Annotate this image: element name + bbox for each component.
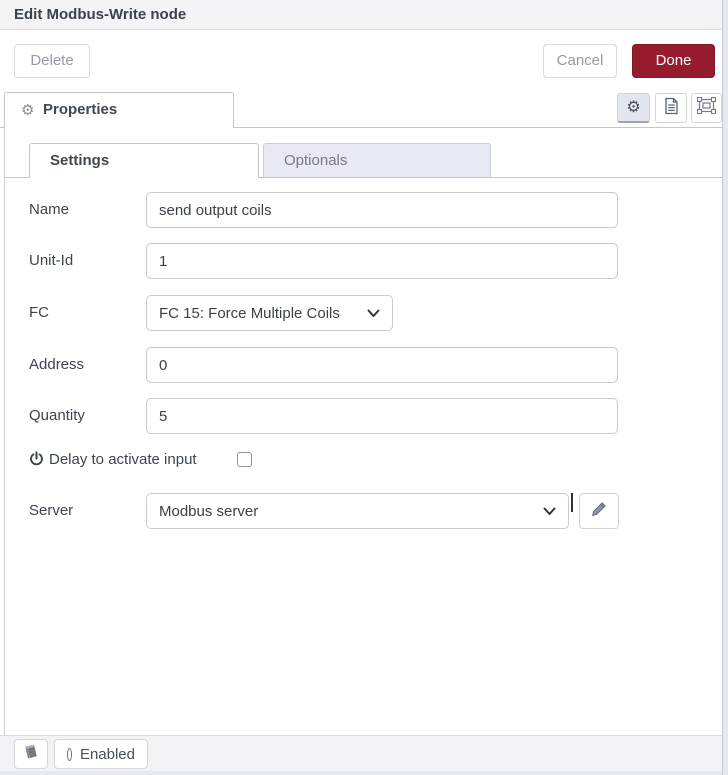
chevron-down-icon (543, 503, 556, 520)
quantity-label: Quantity (29, 407, 85, 424)
tab-settings[interactable]: Settings (29, 143, 259, 178)
delete-button[interactable]: Delete (14, 44, 90, 78)
selection-frame-icon (696, 96, 717, 119)
description-button[interactable] (655, 93, 687, 123)
name-label: Name (29, 201, 70, 218)
chevron-down-icon (367, 305, 380, 322)
window-edge-bottom (0, 771, 728, 775)
document-icon (663, 97, 679, 120)
edit-server-button[interactable] (579, 493, 619, 529)
name-input[interactable] (146, 192, 618, 228)
gear-icon: ⚙ (626, 98, 641, 116)
gear-icon: ⚙ (21, 102, 35, 119)
enabled-toggle-button[interactable]: Enabled (54, 739, 148, 769)
delay-checkbox[interactable] (237, 452, 252, 467)
cancel-button[interactable]: Cancel (543, 44, 617, 78)
text-cursor (571, 493, 573, 512)
pencil-icon (591, 501, 607, 522)
done-button[interactable]: Done (632, 44, 715, 78)
unit-id-input[interactable] (146, 243, 618, 279)
address-label: Address (29, 356, 85, 373)
dialog-footer: Enabled (0, 735, 722, 771)
delay-label: Delay to activate input (49, 450, 197, 468)
edit-node-dialog: Edit Modbus-Write node Delete Cancel Don… (0, 0, 728, 775)
fc-label: FC (29, 304, 49, 321)
status-circle-icon (67, 747, 72, 761)
appearance-button[interactable] (691, 93, 722, 123)
properties-tab-label: Properties (43, 101, 118, 118)
book-icon (22, 743, 40, 765)
node-help-button[interactable] (14, 739, 48, 769)
dialog-header: Edit Modbus-Write node (0, 0, 728, 30)
fc-select[interactable]: FC 15: Force Multiple Coils (146, 295, 393, 331)
tab-properties[interactable]: ⚙ Properties (4, 92, 234, 128)
server-selected-value: Modbus server (159, 502, 259, 520)
server-label: Server (29, 502, 74, 519)
dialog-title: Edit Modbus-Write node (14, 6, 187, 23)
properties-panel: Settings Optionals Name Unit-Id FC FC 15… (4, 128, 723, 735)
quantity-input[interactable] (146, 398, 618, 434)
fc-selected-value: FC 15: Force Multiple Coils (159, 304, 340, 322)
tab-optionals[interactable]: Optionals (263, 143, 491, 177)
address-input[interactable] (146, 347, 618, 383)
unit-id-label: Unit-Id (29, 252, 74, 269)
enabled-label: Enabled (79, 745, 135, 763)
power-icon (29, 451, 44, 467)
delay-row: Delay to activate input (29, 448, 197, 470)
properties-gear-button[interactable]: ⚙ (617, 93, 650, 123)
server-select[interactable]: Modbus server (146, 493, 569, 529)
window-edge-right (722, 0, 728, 775)
